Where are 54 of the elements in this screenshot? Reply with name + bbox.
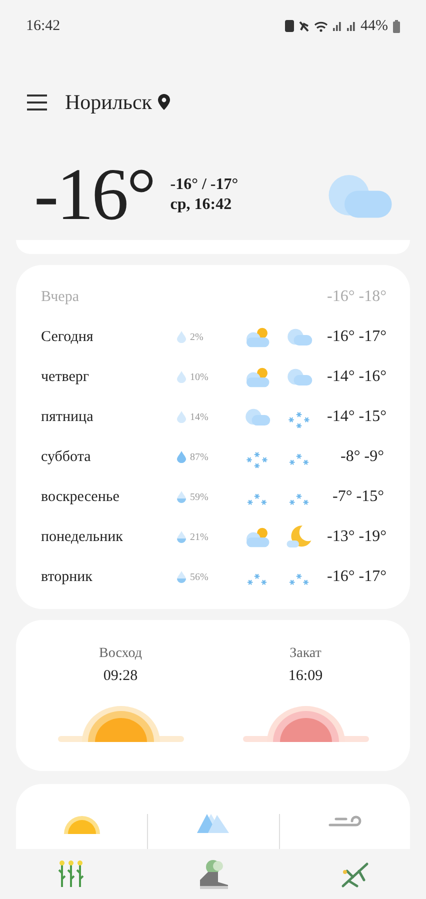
day-name: пятница — [41, 408, 94, 426]
day-name: понедельник — [41, 528, 124, 546]
temperature-high-low: -14° -15° — [327, 408, 386, 426]
precipitation-chance: 14% — [190, 412, 208, 422]
temperature-high-low: -16° -18° — [327, 288, 386, 306]
precipitation-chance: 2% — [190, 332, 204, 342]
cloud-icon — [285, 367, 313, 387]
raindrop-icon — [177, 451, 186, 463]
temperature-range: -16° / -17° — [170, 176, 240, 194]
day-name: четверг — [41, 368, 90, 386]
sprig-icon — [339, 860, 371, 888]
raindrop-icon — [177, 491, 186, 503]
mountains-icon — [197, 814, 230, 833]
raindrop-icon — [177, 331, 186, 343]
wifi-icon — [314, 20, 328, 32]
precipitation-chance: 56% — [190, 572, 208, 582]
precipitation-chance: 59% — [190, 492, 208, 502]
temperature-high-low: -14° -16° — [327, 368, 386, 386]
temperature-high-low: -16° -17° — [327, 568, 386, 586]
location-pin-icon — [158, 94, 170, 110]
battery-percent: 44% — [360, 18, 388, 34]
day-name: Сегодня — [41, 328, 94, 346]
cloud-icon — [285, 327, 313, 347]
precipitation-chance: 10% — [190, 372, 208, 382]
temperature-high-low: -7° -15° — [332, 488, 384, 506]
precipitation-chance: 87% — [190, 452, 208, 462]
current-temperature: -16° — [34, 158, 154, 232]
flowers-icon — [57, 859, 85, 889]
day-name: суббота — [41, 448, 92, 466]
day-name: вторник — [41, 568, 94, 586]
date-time: ср, 16:42 — [170, 196, 233, 214]
mute-icon — [298, 20, 308, 32]
city-name[interactable]: Норильск — [65, 90, 152, 114]
raindrop-icon — [177, 571, 186, 583]
raindrop-icon — [177, 371, 186, 383]
day-name: Вчера — [41, 288, 80, 306]
sun-time: 16:09 — [288, 668, 323, 685]
temperature-high-low: -13° -19° — [327, 528, 386, 546]
signal-icon — [332, 21, 342, 31]
sun-time: 09:28 — [103, 668, 138, 685]
battery-icon — [393, 20, 400, 32]
sun-label: Закат — [290, 646, 322, 662]
raindrop-icon — [177, 411, 186, 423]
raindrop-icon — [177, 531, 186, 543]
day-name: воскресенье — [41, 488, 120, 506]
sun-icon — [64, 814, 100, 834]
sun-label: Восход — [99, 646, 142, 662]
temperature-high-low: -16° -17° — [327, 328, 386, 346]
cloud-icon — [243, 407, 271, 427]
menu-icon[interactable] — [27, 94, 47, 110]
precipitation-chance: 21% — [190, 532, 208, 542]
signal-icon — [346, 21, 356, 31]
status-time: 16:42 — [26, 18, 60, 34]
temperature-high-low: -8° -9° — [340, 448, 384, 466]
